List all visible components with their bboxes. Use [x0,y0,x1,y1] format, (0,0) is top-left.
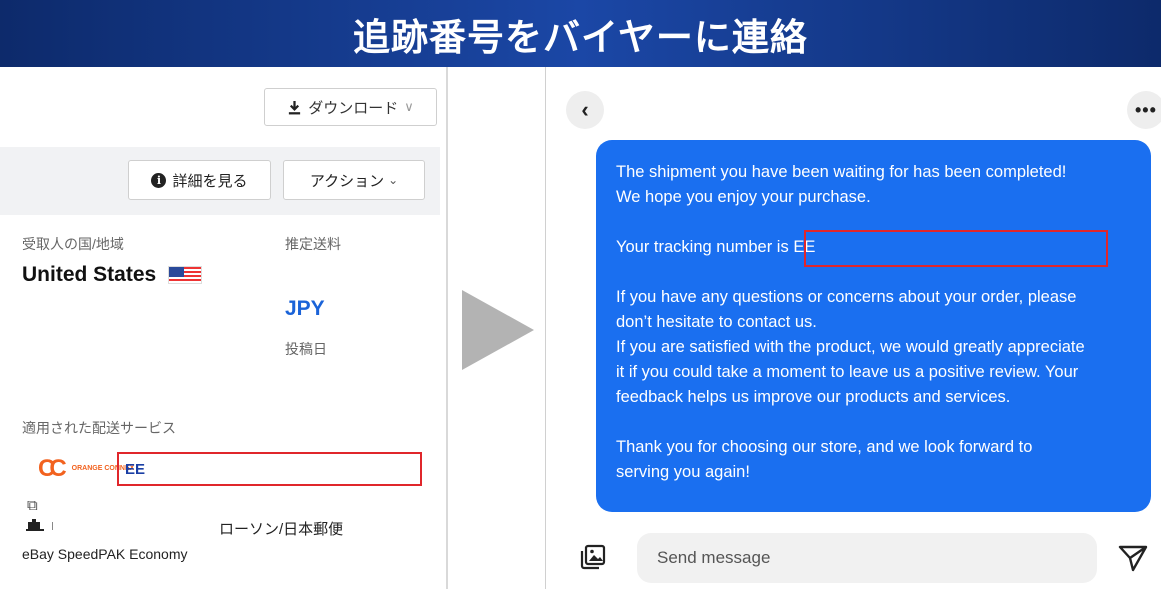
recipient-country: United States [22,263,203,287]
shipping-service-name: eBay SpeedPAK Economy [22,546,188,562]
banner-title: 追跡番号をバイヤーに連絡 [353,15,808,59]
back-icon: ‹ [581,97,589,122]
us-flag-icon [168,266,203,284]
view-details-label: 詳細を見る [172,172,248,190]
image-attach-icon[interactable] [580,544,606,570]
recipient-country-value: United States [22,263,157,286]
buyer-chat-panel: ‹ ••• The shipment you have been waiting… [546,67,1161,589]
message-input[interactable]: Send message [637,533,1097,583]
info-icon: i [151,172,167,188]
copy-icon[interactable]: ⧉ [27,497,38,514]
post-date-label: 投稿日 [285,341,327,357]
message-line: feedback helps us improve our products a… [616,388,1011,406]
download-button[interactable]: ダウンロード ∨ [264,88,437,126]
message-line: don’t hesitate to contact us. [616,313,817,331]
view-details-button[interactable]: i 詳細を見る [128,160,271,200]
tracking-number-field[interactable]: EE [117,452,422,486]
send-icon[interactable] [1117,543,1149,573]
orange-connex-logo-icon: CC [38,455,67,482]
currency-value: JPY [285,297,325,320]
message-line: The shipment you have been waiting for h… [616,163,1067,181]
chevron-down-icon: ⌄ [388,173,399,187]
tracking-prefix: Your tracking number is [616,238,794,256]
message-input-placeholder: Send message [657,548,771,567]
more-options-button[interactable]: ••• [1127,91,1161,129]
panel-divider [446,67,448,589]
package-icon [26,519,44,531]
order-detail-panel: ダウンロード ∨ i 詳細を見る アクション ⌄ 受取人の国/地域 推定送料 U… [0,67,447,589]
recipient-country-label: 受取人の国/地域 [22,236,124,252]
title-banner: 追跡番号をバイヤーに連絡 [0,0,1161,67]
action-dropdown[interactable]: アクション ⌄ [283,160,425,200]
divider [52,522,53,530]
message-line: If you have any questions or concerns ab… [616,288,1077,306]
download-label: ダウンロード [308,99,399,117]
back-button[interactable]: ‹ [566,91,604,129]
download-icon [289,100,301,114]
estimated-shipping-label: 推定送料 [285,236,341,252]
message-line: serving you again! [616,463,750,481]
chevron-down-icon: ∨ [404,99,414,114]
message-line: it if you could take a moment to leave u… [616,363,1079,381]
more-icon: ••• [1135,99,1157,120]
applied-service-label: 適用された配送サービス [22,420,176,436]
tracking-number-value: EE [125,460,146,478]
message-bubble: The shipment you have been waiting for h… [596,140,1151,512]
message-line: If you are satisfied with the product, w… [616,338,1085,356]
pickup-label: ローソン/日本郵便 [219,521,344,538]
tracking-highlight-box [804,230,1108,267]
action-label: アクション [309,172,385,190]
message-line: We hope you enjoy your purchase. [616,188,871,206]
play-arrow-icon [462,290,534,370]
message-line: Thank you for choosing our store, and we… [616,438,1033,456]
